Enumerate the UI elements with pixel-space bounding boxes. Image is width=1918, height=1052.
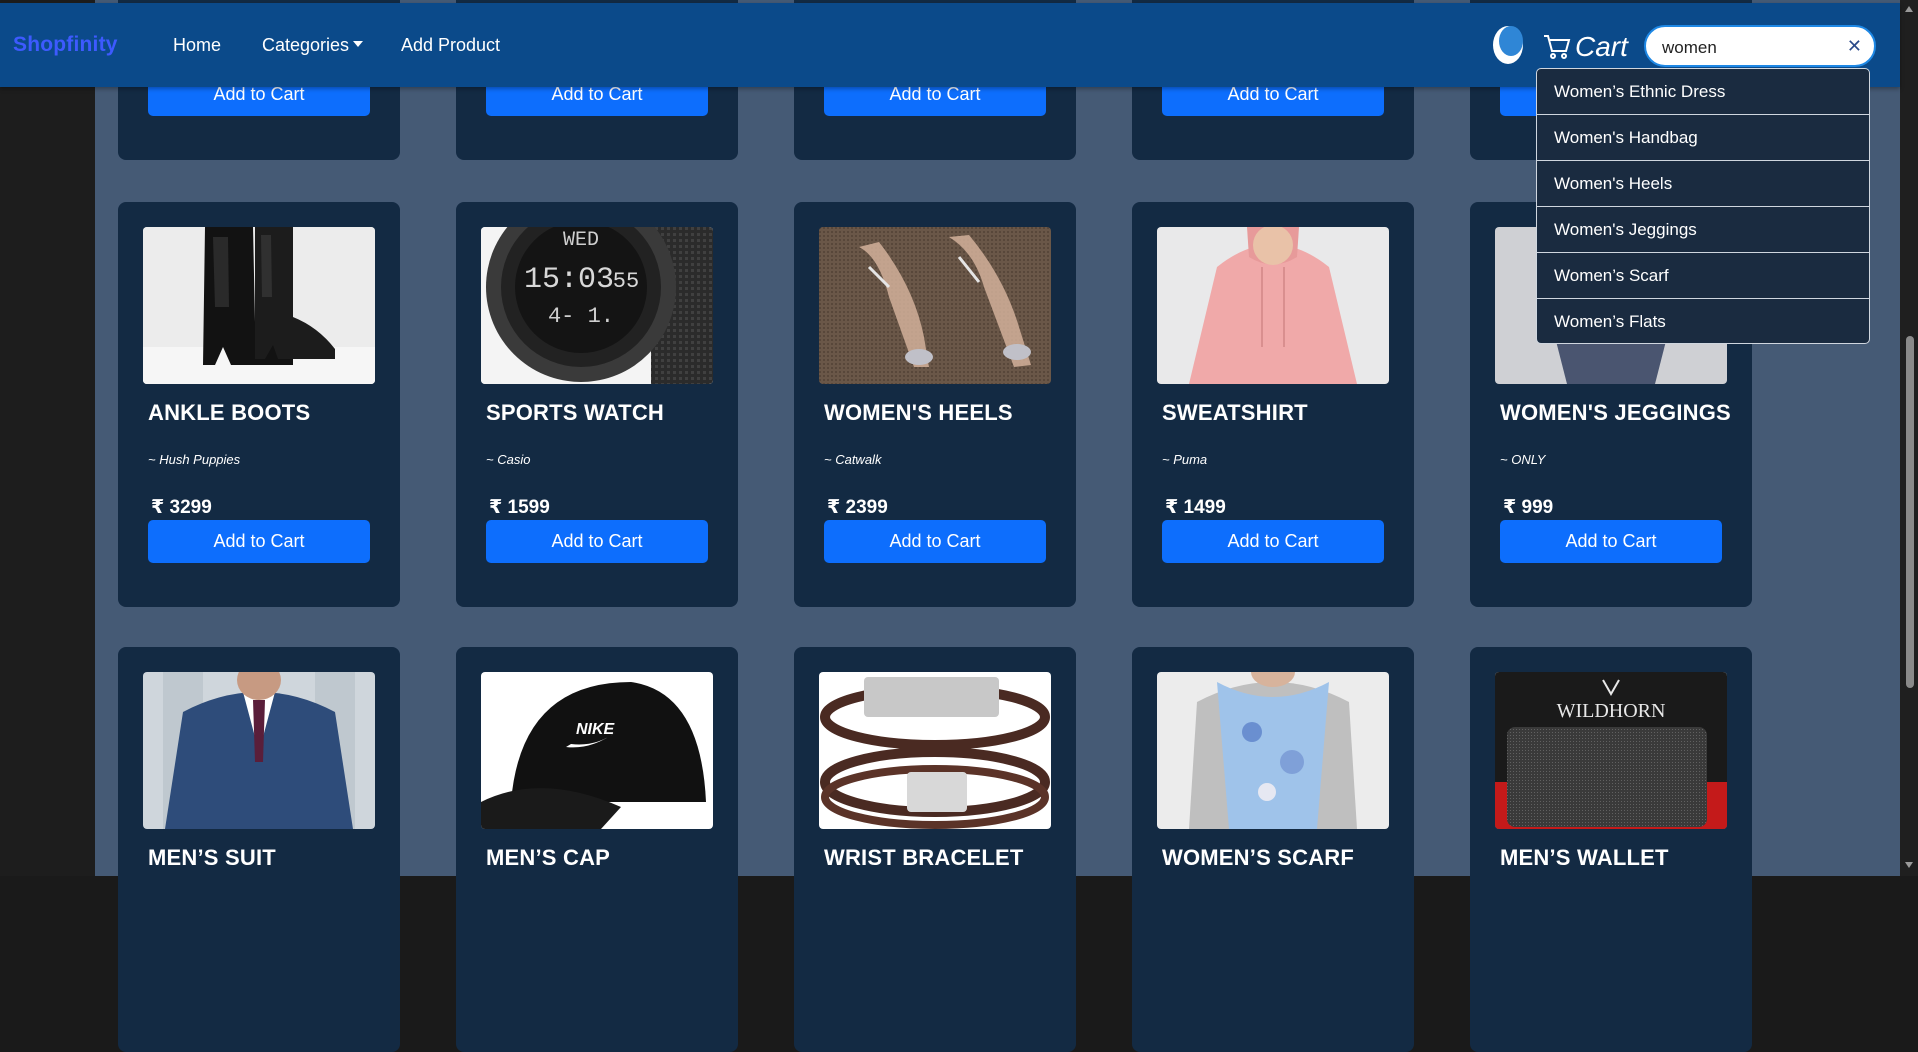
watch-day-text: WED (563, 229, 599, 252)
rupee-icon: ₹ (1165, 497, 1179, 518)
product-card-mens-cap: NIKE MEN’S CAP (456, 647, 738, 1052)
search-box: ✕ (1644, 25, 1876, 67)
suggestion-item[interactable]: Women's Jeggings (1537, 207, 1869, 253)
suggestion-item[interactable]: Women’s Flats (1537, 299, 1869, 345)
product-image-wrist-bracelet (819, 672, 1051, 829)
scroll-up-arrow-icon[interactable] (1905, 6, 1913, 12)
add-to-cart-button[interactable]: Add to Cart (1162, 520, 1384, 563)
scroll-down-arrow-icon[interactable] (1905, 862, 1913, 868)
product-image-mens-cap: NIKE (481, 672, 713, 829)
cart-link[interactable]: Cart (1543, 31, 1628, 63)
search-input[interactable] (1660, 35, 1844, 61)
product-price: ₹ 2399 (827, 497, 888, 518)
product-card-sports-watch: WED 15:03 55 4- 1. SPORTS WATCH ~ Casio … (456, 202, 738, 607)
product-title: MEN’S CAP (486, 845, 611, 870)
watch-seconds-text: 55 (613, 269, 639, 294)
product-price: ₹ 1499 (1165, 497, 1226, 518)
wallet-brand-text: WILDHORN (1557, 700, 1666, 722)
rupee-icon: ₹ (1503, 497, 1517, 518)
product-card-womens-heels: WOMEN'S HEELS ~ Catwalk ₹ 2399 Add to Ca… (794, 202, 1076, 607)
product-title: SPORTS WATCH (486, 400, 664, 425)
suggestion-item[interactable]: Women’s Ethnic Dress (1537, 69, 1869, 115)
product-title: WOMEN'S HEELS (824, 400, 1013, 425)
nav-home[interactable]: Home (173, 35, 221, 56)
product-image-sweatshirt (1157, 227, 1389, 384)
suggestion-item[interactable]: Women’s Scarf (1537, 253, 1869, 299)
product-price: ₹ 1599 (489, 497, 550, 518)
theme-toggle-moon-icon[interactable] (1492, 25, 1524, 65)
scrollbar-thumb[interactable] (1906, 336, 1914, 688)
left-gutter (0, 0, 95, 876)
svg-text:4- 1.: 4- 1. (548, 304, 614, 329)
product-title: MEN’S WALLET (1500, 845, 1669, 870)
rupee-icon: ₹ (151, 497, 165, 518)
product-brand: ~ Casio (486, 452, 531, 467)
rupee-icon: ₹ (827, 497, 841, 518)
product-title: WOMEN'S JEGGINGS (1500, 400, 1731, 425)
product-title: SWEATSHIRT (1162, 400, 1308, 425)
product-brand: ~ Hush Puppies (148, 452, 241, 467)
nav-categories[interactable]: Categories (262, 35, 364, 56)
suggestion-item[interactable]: Women's Heels (1537, 161, 1869, 207)
product-brand: ~ Catwalk (824, 452, 882, 467)
product-image-sports-watch: WED 15:03 55 4- 1. (481, 227, 713, 384)
cap-logo-text: NIKE (576, 721, 616, 738)
product-card-sweatshirt: SWEATSHIRT ~ Puma ₹ 1499 Add to Cart (1132, 202, 1414, 607)
product-image-womens-scarf (1157, 672, 1389, 829)
product-card-ankle-boots: ANKLE BOOTS ~ Hush Puppies ₹ 3299 Add to… (118, 202, 400, 607)
product-image-mens-suit (143, 672, 375, 829)
product-card-womens-scarf: WOMEN’S SCARF (1132, 647, 1414, 1052)
product-title: ANKLE BOOTS (148, 400, 311, 425)
product-price: ₹ 3299 (151, 497, 212, 518)
product-image-mens-wallet: WILDHORN (1495, 672, 1727, 829)
product-price: ₹ 999 (1503, 497, 1554, 518)
nav-add-product[interactable]: Add Product (401, 35, 500, 56)
product-card-wrist-bracelet: WRIST BRACELET (794, 647, 1076, 1052)
add-to-cart-button[interactable]: Add to Cart (1500, 520, 1722, 563)
product-title: MEN’S SUIT (148, 845, 276, 870)
brand-logo[interactable]: Shopfinity (13, 33, 118, 57)
nav-categories-label: Categories (262, 35, 350, 55)
product-image-ankle-boots (143, 227, 375, 384)
rupee-icon: ₹ (489, 497, 503, 518)
clear-search-icon[interactable]: ✕ (1847, 36, 1862, 57)
product-title: WRIST BRACELET (824, 845, 1024, 870)
product-brand: ~ Puma (1162, 452, 1208, 467)
cart-icon (1544, 35, 1571, 59)
add-to-cart-button[interactable]: Add to Cart (486, 520, 708, 563)
product-brand: ~ ONLY (1500, 452, 1546, 467)
product-card-mens-wallet: WILDHORN MEN’S WALLET (1470, 647, 1752, 1052)
add-to-cart-button[interactable]: Add to Cart (824, 520, 1046, 563)
caret-down-icon (353, 41, 364, 48)
watch-time-text: 15:03 (524, 263, 614, 297)
search-suggestions-dropdown: Women’s Ethnic Dress Women's Handbag Wom… (1536, 68, 1870, 344)
cart-label: Cart (1575, 31, 1628, 62)
add-to-cart-button[interactable]: Add to Cart (148, 520, 370, 563)
product-title: WOMEN’S SCARF (1162, 845, 1355, 870)
suggestion-item[interactable]: Women's Handbag (1537, 115, 1869, 161)
product-card-mens-suit: MEN’S SUIT (118, 647, 400, 1052)
product-image-womens-heels (819, 227, 1051, 384)
